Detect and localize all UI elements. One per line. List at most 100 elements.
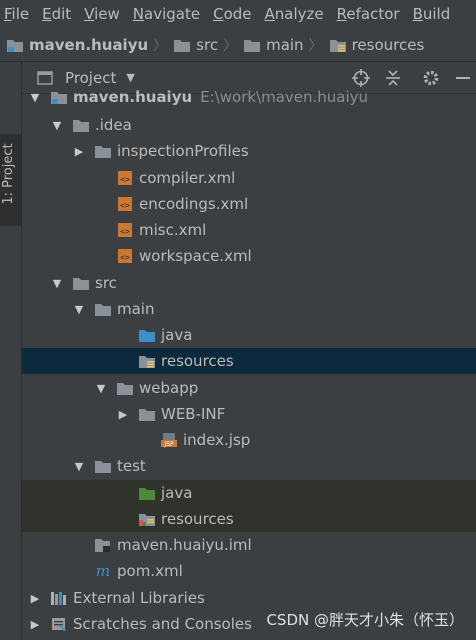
- tree-row-label: External Libraries: [73, 589, 205, 607]
- tree-row-path: E:\work\maven.huaiyu: [200, 88, 369, 106]
- scratches-icon: [50, 616, 68, 632]
- navigation-bar: maven.huaiyu 〉 src 〉 main 〉 resources: [0, 28, 476, 62]
- minimize-icon: [456, 77, 470, 79]
- menu-file[interactable]: File: [4, 5, 29, 23]
- tree-row-label: .idea: [95, 116, 132, 134]
- folder-icon: [116, 380, 134, 396]
- collapsed-arrow-icon[interactable]: ▶: [72, 144, 86, 158]
- expanded-arrow-icon[interactable]: ▼: [50, 118, 64, 132]
- tree-row-label: index.jsp: [183, 431, 251, 449]
- left-tool-strip: 1: Project: [0, 62, 22, 640]
- source-folder-icon: [138, 327, 156, 343]
- tree-row-label: Scratches and Consoles: [73, 615, 252, 633]
- collapsed-arrow-icon[interactable]: ▶: [116, 407, 130, 421]
- xml-file-icon: <>: [116, 196, 134, 212]
- resources-folder-icon: [329, 37, 347, 53]
- tree-row[interactable]: ▶ inspectionProfiles: [22, 138, 476, 164]
- svg-text:<>: <>: [120, 175, 130, 184]
- test-resources-folder-icon: [138, 511, 156, 527]
- tree-row-label: main: [117, 300, 155, 318]
- tree-row[interactable]: <> encodings.xml: [22, 191, 476, 217]
- tree-row-label: pom.xml: [117, 562, 183, 580]
- tree-row-label: src: [95, 274, 117, 292]
- menu-navigate[interactable]: Navigate: [133, 5, 200, 23]
- expanded-arrow-icon[interactable]: ▼: [94, 381, 108, 395]
- expanded-arrow-icon[interactable]: ▼: [72, 302, 86, 316]
- tree-row[interactable]: JSP index.jsp: [22, 427, 476, 453]
- tree-row[interactable]: ▶ External Libraries: [22, 585, 476, 611]
- watermark: CSDN @胖天才小朱（怀玉）: [266, 611, 464, 629]
- project-view-selector[interactable]: Project ▼: [36, 69, 135, 87]
- tree-row[interactable]: <> misc.xml: [22, 217, 476, 243]
- svg-text:<>: <>: [120, 227, 130, 236]
- tree-row[interactable]: ▼ webapp: [22, 375, 476, 401]
- breadcrumb-src[interactable]: src: [173, 36, 218, 54]
- tree-row[interactable]: ▼ test: [22, 453, 476, 479]
- tree-row[interactable]: <> compiler.xml: [22, 165, 476, 191]
- menu-edit[interactable]: Edit: [42, 5, 71, 23]
- menu-code[interactable]: Code: [213, 5, 251, 23]
- tree-row-label: java: [161, 484, 193, 502]
- expanded-arrow-icon[interactable]: ▼: [50, 276, 64, 290]
- collapsed-arrow-icon[interactable]: ▶: [28, 591, 42, 605]
- tree-row-label: inspectionProfiles: [117, 142, 249, 160]
- collapsed-arrow-icon[interactable]: ▶: [28, 617, 42, 631]
- svg-text:m: m: [96, 563, 110, 579]
- tree-row[interactable]: <> workspace.xml: [22, 243, 476, 269]
- tree-row-label: java: [161, 326, 193, 344]
- tree-row-label: WEB-INF: [161, 405, 226, 423]
- expanded-arrow-icon[interactable]: ▼: [72, 459, 86, 473]
- expanded-arrow-icon[interactable]: ▼: [28, 90, 42, 104]
- tree-row-label: misc.xml: [139, 221, 207, 239]
- tree-row-label: maven.huaiyu: [73, 88, 193, 106]
- tree-row[interactable]: resources: [22, 348, 476, 374]
- breadcrumb-project[interactable]: maven.huaiyu: [6, 36, 148, 54]
- module-folder-icon: [50, 89, 68, 105]
- tree-row[interactable]: ▼ maven.huaiyu E:\work\maven.huaiyu: [22, 88, 476, 110]
- folder-icon: [94, 458, 112, 474]
- tree-row[interactable]: ▼ .idea: [22, 112, 476, 138]
- breadcrumb-resources[interactable]: resources: [329, 36, 424, 54]
- folder-icon: [94, 301, 112, 317]
- chevron-right-icon: 〉: [223, 37, 238, 54]
- tree-row[interactable]: m pom.xml: [22, 558, 476, 584]
- tree-row[interactable]: java: [22, 322, 476, 348]
- menu-analyze[interactable]: Analyze: [265, 5, 324, 23]
- tree-row[interactable]: ▼ src: [22, 270, 476, 296]
- tree-row[interactable]: ▼ main: [22, 296, 476, 322]
- test-source-folder-icon: [138, 485, 156, 501]
- tree-row[interactable]: maven.huaiyu.iml: [22, 532, 476, 558]
- folder-icon: [72, 117, 90, 133]
- tree-row-label: maven.huaiyu.iml: [117, 536, 252, 554]
- svg-text:<>: <>: [120, 253, 130, 262]
- tree-row[interactable]: resources: [22, 506, 476, 532]
- module-folder-icon: [6, 37, 24, 53]
- xml-file-icon: <>: [116, 248, 134, 264]
- breadcrumb-main[interactable]: main: [243, 36, 304, 54]
- crosshair-icon: [352, 69, 370, 87]
- chevron-right-icon: 〉: [153, 37, 168, 54]
- menu-refactor[interactable]: Refactor: [337, 5, 400, 23]
- tree-row-label: compiler.xml: [139, 169, 236, 187]
- project-tool-tab[interactable]: 1: Project: [0, 134, 21, 226]
- project-tree: ▼ maven.huaiyu E:\work\maven.huaiyu ▼ .idea ▶…: [22, 88, 476, 640]
- tree-row[interactable]: ▶ WEB-INF: [22, 401, 476, 427]
- menu-bar: File Edit View Navigate Code Analyze Ref…: [0, 0, 476, 28]
- menu-build[interactable]: Build: [413, 5, 451, 23]
- tree-row-label: encodings.xml: [139, 195, 249, 213]
- panel-title: Project: [65, 68, 117, 87]
- project-tool-tab-label: 1: Project: [1, 143, 16, 205]
- tree-row[interactable]: java: [22, 480, 476, 506]
- tree-row-label: test: [117, 457, 146, 475]
- tree-row-label: workspace.xml: [139, 247, 252, 265]
- chevron-right-icon: 〉: [308, 37, 323, 54]
- menu-view[interactable]: View: [84, 5, 120, 23]
